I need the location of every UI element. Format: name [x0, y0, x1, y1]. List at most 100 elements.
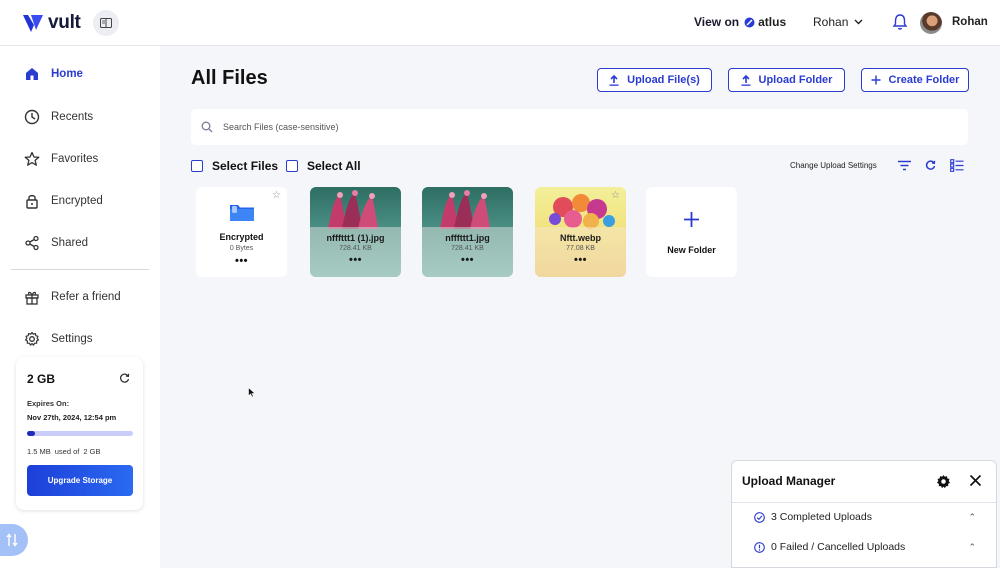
- list-view-icon[interactable]: [950, 159, 964, 172]
- sidebar-item-refer-a-friend[interactable]: Refer a friend: [24, 289, 121, 305]
- filter-icon[interactable]: [897, 160, 912, 171]
- sidebar-item-encrypted[interactable]: Encrypted: [24, 193, 103, 209]
- close-icon[interactable]: [969, 474, 982, 487]
- change-upload-settings-link[interactable]: Change Upload Settings: [790, 161, 877, 170]
- book-button[interactable]: [93, 10, 119, 36]
- file-name: Encrypted: [219, 232, 264, 242]
- upload-manager-panel: Upload Manager 3 Completed Uploads ⌃ 0 F…: [731, 460, 997, 568]
- expires-value: Nov 27th, 2024, 12:54 pm: [27, 413, 117, 422]
- sidebar-item-label: Settings: [51, 333, 93, 345]
- failed-uploads-label: 0 Failed / Cancelled Uploads: [771, 541, 906, 553]
- storage-card: 2 GB Expires On: Nov 27th, 2024, 12:54 p…: [16, 357, 143, 510]
- vult-logo-text: vult: [48, 12, 81, 33]
- upgrade-storage-button[interactable]: Upgrade Storage: [27, 465, 133, 496]
- failed-uploads-row[interactable]: 0 Failed / Cancelled Uploads ⌃: [754, 541, 976, 553]
- expires-label: Expires On:: [27, 399, 70, 408]
- upload-icon: [609, 74, 619, 86]
- more-options-icon[interactable]: •••: [196, 255, 287, 267]
- upload-files-button[interactable]: Upload File(s): [597, 68, 712, 92]
- refresh-icon[interactable]: [119, 373, 130, 384]
- sidebar-item-label: Home: [51, 68, 83, 80]
- storage-size: 2 GB: [27, 372, 56, 386]
- info-circle-icon: [754, 541, 765, 553]
- select-all-toggle[interactable]: Select All: [286, 159, 361, 173]
- file-card-nfffttt1-copy[interactable]: nfffttt1 (1).jpg 728.41 KB •••: [310, 187, 401, 277]
- star-icon[interactable]: ☆: [272, 190, 281, 201]
- file-size: 77.08 KB: [566, 245, 595, 252]
- atlus-text: atlus: [758, 15, 787, 29]
- search-input[interactable]: [223, 122, 923, 132]
- more-options-icon[interactable]: •••: [535, 254, 626, 266]
- upload-icon: [741, 74, 751, 86]
- sidebar-item-recents[interactable]: Recents: [24, 109, 93, 125]
- sidebar-item-home[interactable]: Home: [24, 66, 83, 82]
- top-bar: vult View on atlus Rohan Rohan: [0, 0, 1000, 46]
- storage-used: 1.5 MB: [27, 447, 51, 456]
- chevron-up-icon[interactable]: ⌃: [968, 542, 976, 553]
- nft-thumbnail: [328, 190, 378, 229]
- file-card-nfffttt1[interactable]: nfffttt1.jpg 728.41 KB •••: [422, 187, 513, 277]
- check-circle-icon: [754, 511, 765, 523]
- storage-used-of: used of: [54, 447, 80, 456]
- book-icon: [100, 18, 112, 28]
- sidebar-item-label: Refer a friend: [51, 291, 121, 303]
- lock-icon: [26, 194, 38, 209]
- gear-icon[interactable]: [936, 474, 951, 489]
- file-size: 0 Bytes: [229, 245, 254, 252]
- search-bar: [191, 109, 968, 145]
- storage-progress-fill: [27, 431, 36, 436]
- avatar[interactable]: [920, 12, 942, 34]
- sidebar-item-label: Shared: [51, 237, 89, 249]
- sidebar-item-favorites[interactable]: Favorites: [24, 151, 98, 167]
- plus-icon: [871, 75, 881, 85]
- avatar-name: Rohan: [952, 16, 988, 28]
- chevron-down-icon: [854, 19, 863, 25]
- file-name: nfffttt1 (1).jpg: [326, 233, 385, 243]
- gift-icon: [25, 291, 39, 305]
- completed-uploads-label: 3 Completed Uploads: [771, 511, 872, 523]
- vult-logo[interactable]: vult: [22, 12, 81, 34]
- folder-lock-icon: [230, 205, 254, 221]
- file-card-encrypted[interactable]: ☆ Encrypted 0 Bytes •••: [196, 187, 287, 277]
- more-options-icon[interactable]: •••: [310, 254, 401, 266]
- search-icon: [201, 121, 213, 133]
- user-dropdown-label: Rohan: [813, 15, 849, 29]
- more-options-icon[interactable]: •••: [422, 254, 513, 266]
- page-title: All Files: [191, 67, 268, 89]
- upload-manager-title: Upload Manager: [742, 474, 836, 488]
- create-folder-button[interactable]: Create Folder: [861, 68, 969, 92]
- sidebar-item-shared[interactable]: Shared: [24, 235, 88, 251]
- sidebar-item-settings[interactable]: Settings: [24, 331, 93, 347]
- completed-uploads-row[interactable]: 3 Completed Uploads ⌃: [754, 511, 976, 523]
- file-name: Nftt.webp: [560, 233, 601, 243]
- atlus-logo: atlus: [744, 15, 786, 29]
- bell-icon[interactable]: [892, 13, 908, 31]
- sidebar-item-label: Encrypted: [51, 195, 103, 207]
- clock-icon: [24, 109, 40, 125]
- new-folder-label: New Folder: [667, 245, 716, 255]
- share-icon: [25, 235, 39, 251]
- select-all-checkbox[interactable]: [286, 160, 298, 172]
- user-dropdown[interactable]: Rohan: [813, 15, 863, 29]
- plus-icon: [684, 212, 699, 227]
- upload-folder-button[interactable]: Upload Folder: [728, 68, 845, 92]
- vult-logo-icon: [23, 15, 43, 32]
- sidebar-divider: [11, 269, 149, 270]
- atlus-icon: [744, 17, 755, 27]
- select-files-toggle[interactable]: Select Files: [191, 159, 278, 173]
- upload-folder-label: Upload Folder: [758, 74, 833, 86]
- view-on-atlus-link[interactable]: View on atlus: [694, 15, 786, 29]
- upload-files-label: Upload File(s): [627, 74, 700, 86]
- sidebar-item-label: Favorites: [51, 153, 99, 165]
- swap-arrows-icon: [6, 533, 18, 547]
- storage-total: 2 GB: [83, 447, 101, 456]
- select-files-checkbox[interactable]: [191, 160, 203, 172]
- storage-usage: 1.5 MB used of 2 GB: [27, 447, 100, 456]
- chevron-up-icon[interactable]: ⌃: [968, 512, 976, 523]
- star-icon: [24, 151, 40, 166]
- nft-thumbnail: [440, 190, 490, 229]
- new-folder-card[interactable]: New Folder: [646, 187, 737, 277]
- storage-progress-bar: [27, 431, 133, 436]
- file-card-nftt-webp[interactable]: ☆ Nftt.webp 77.08 KB •••: [535, 187, 626, 277]
- refresh-icon[interactable]: [925, 160, 936, 171]
